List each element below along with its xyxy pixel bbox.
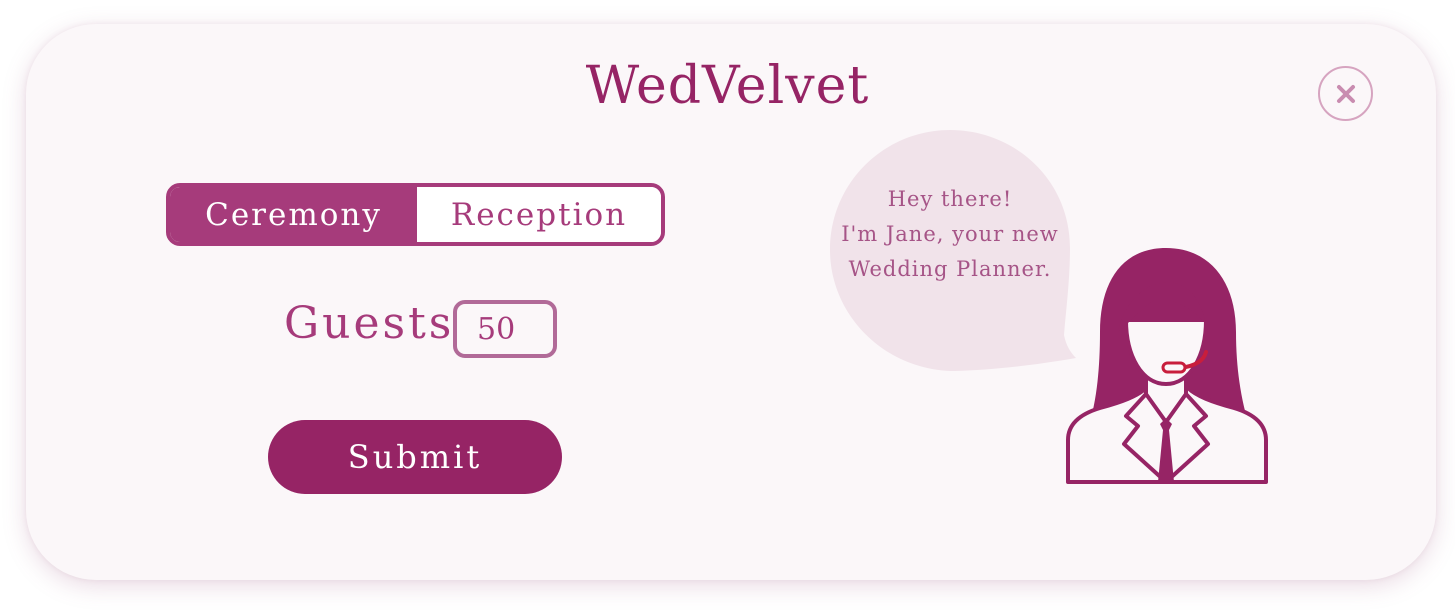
guests-label: Guests: [284, 298, 455, 349]
guests-input[interactable]: [453, 300, 557, 358]
app-title: WedVelvet: [585, 56, 870, 116]
toggle-option-ceremony[interactable]: Ceremony: [170, 187, 417, 242]
planner-headset-icon: [1066, 248, 1268, 484]
assistant-greeting: Hey there! I'm Jane, your new Wedding Pl…: [830, 182, 1070, 287]
submit-button[interactable]: Submit: [268, 420, 562, 494]
greeting-line: I'm Jane, your new: [841, 222, 1059, 246]
greeting-line: Wedding Planner.: [848, 257, 1052, 281]
greeting-line: Hey there!: [887, 187, 1013, 211]
event-type-toggle: Ceremony Reception: [166, 183, 665, 246]
close-icon: [1336, 84, 1355, 103]
close-button[interactable]: [1318, 66, 1373, 121]
toggle-option-reception[interactable]: Reception: [417, 187, 661, 242]
